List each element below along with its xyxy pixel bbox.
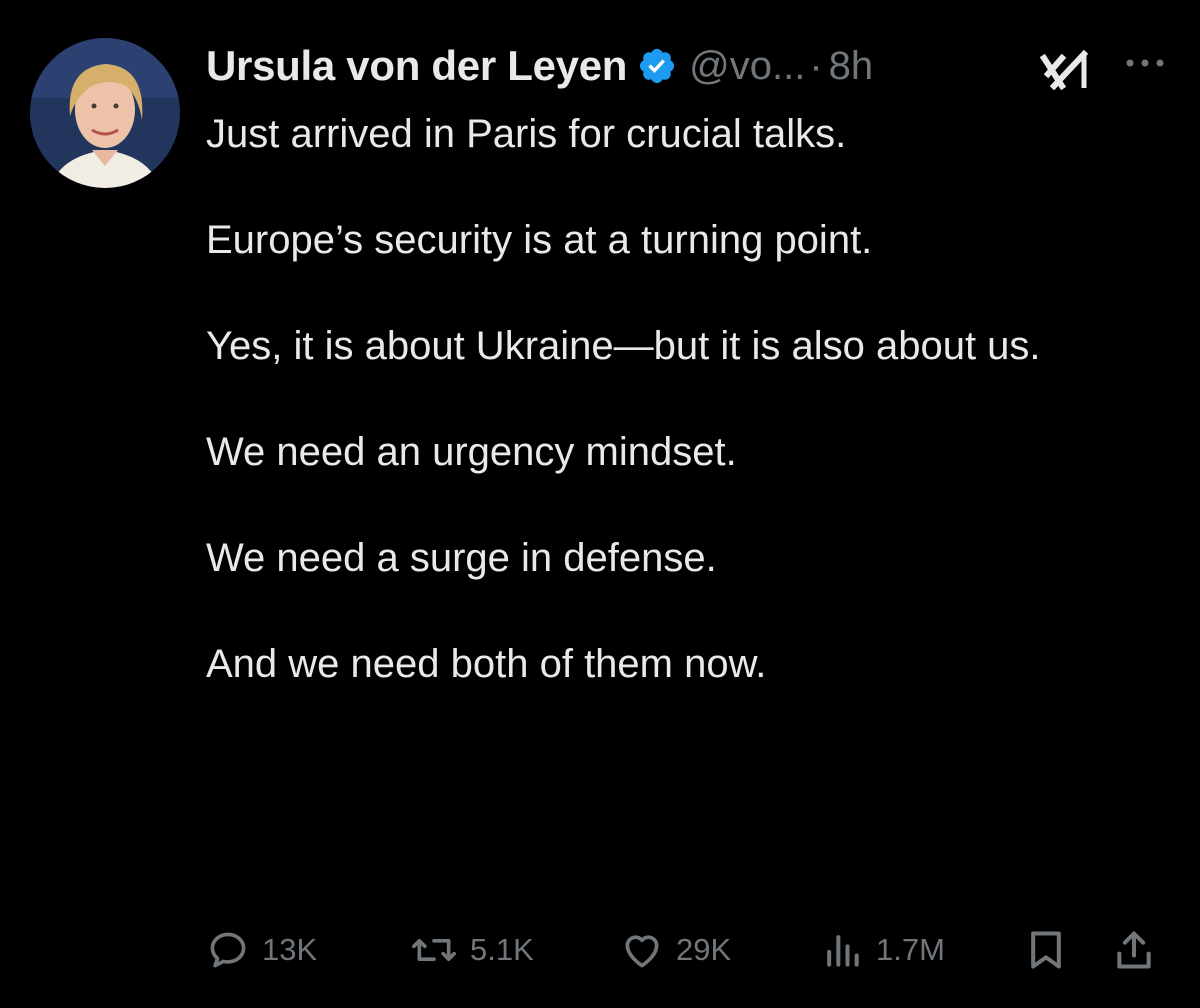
avatar[interactable] — [30, 38, 180, 188]
tweet-paragraph: Yes, it is about Ukraine—but it is also … — [206, 324, 1041, 368]
share-icon — [1117, 931, 1151, 969]
like-icon — [625, 935, 659, 968]
views-button[interactable]: 1.7M — [820, 922, 945, 978]
repost-icon — [412, 939, 456, 961]
tweet-header: Ursula von der Leyen @vo... · 8h — [206, 38, 1166, 94]
tweet-actions: 13K 5.1K 29K 1.7M — [206, 922, 1166, 978]
tweet-paragraph: We need an urgency mindset. — [206, 430, 737, 474]
tweet-text: Just arrived in Paris for crucial talks.… — [206, 108, 1166, 691]
bookmark-button[interactable] — [1024, 922, 1080, 978]
share-button[interactable] — [1112, 922, 1168, 978]
author-handle[interactable]: @vo... — [689, 44, 805, 89]
tweet-paragraph: Europe’s security is at a turning point. — [206, 218, 873, 262]
timestamp[interactable]: 8h — [829, 44, 874, 89]
views-icon — [827, 935, 859, 967]
tweet-paragraph: Just arrived in Paris for crucial talks. — [206, 112, 847, 156]
like-count: 29K — [676, 932, 732, 967]
verified-badge-icon[interactable] — [637, 46, 677, 86]
author-name[interactable]: Ursula von der Leyen — [206, 42, 627, 90]
reply-button[interactable]: 13K — [206, 922, 317, 978]
more-options-icon[interactable] — [1122, 50, 1168, 76]
tweet-paragraph: And we need both of them now. — [206, 642, 767, 686]
like-button[interactable]: 29K — [620, 922, 731, 978]
tweet-paragraph: We need a surge in defense. — [206, 536, 717, 580]
reply-count: 13K — [262, 932, 318, 967]
repost-button[interactable]: 5.1K — [410, 922, 534, 978]
grok-icon[interactable] — [1039, 49, 1092, 92]
reply-icon — [210, 932, 246, 968]
bookmark-icon — [1031, 931, 1061, 969]
repost-count: 5.1K — [470, 932, 534, 967]
views-count: 1.7M — [876, 932, 945, 967]
header-separator: · — [809, 43, 823, 88]
